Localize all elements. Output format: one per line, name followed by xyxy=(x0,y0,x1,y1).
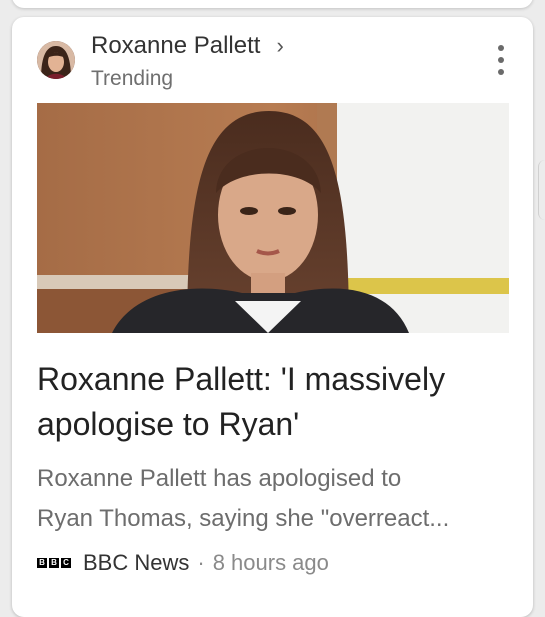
chevron-right-icon[interactable]: › xyxy=(276,33,283,59)
more-dot xyxy=(498,45,504,51)
more-options-icon[interactable] xyxy=(495,45,507,75)
scrollbar-edge xyxy=(538,160,545,220)
topic-subtitle: Trending xyxy=(91,67,174,90)
article-photo xyxy=(37,103,509,333)
logo-letter: B xyxy=(49,558,59,568)
logo-letter: B xyxy=(37,558,47,568)
article-headline[interactable]: Roxanne Pallett: 'I massively apologise … xyxy=(37,357,512,447)
topic-title[interactable]: Roxanne Pallett xyxy=(91,32,260,60)
source-name[interactable]: BBC News xyxy=(83,550,189,576)
avatar-photo-icon xyxy=(37,41,75,79)
logo-letter: C xyxy=(61,558,71,568)
article-snippet-line: Ryan Thomas, saying she "overreact... xyxy=(37,505,450,532)
more-dot xyxy=(498,57,504,63)
topic-avatar[interactable] xyxy=(37,41,75,79)
article-snippet-line: Roxanne Pallett has apologised to xyxy=(37,465,402,492)
previous-card-edge xyxy=(12,0,533,8)
separator-dot: · xyxy=(197,550,205,575)
more-dot xyxy=(498,69,504,75)
article-source[interactable]: B B C BBC News · 8 hours ago xyxy=(37,547,329,579)
published-time: 8 hours ago xyxy=(212,550,329,575)
article-snippet[interactable]: Roxanne Pallett has apologised to Ryan T… xyxy=(37,459,512,539)
article-image[interactable] xyxy=(37,103,509,333)
topic-header[interactable]: Roxanne Pallett › xyxy=(91,30,284,62)
bbc-logo-icon: B B C xyxy=(37,558,71,568)
news-card[interactable]: Roxanne Pallett › Trending Roxanne Palle… xyxy=(12,17,533,617)
